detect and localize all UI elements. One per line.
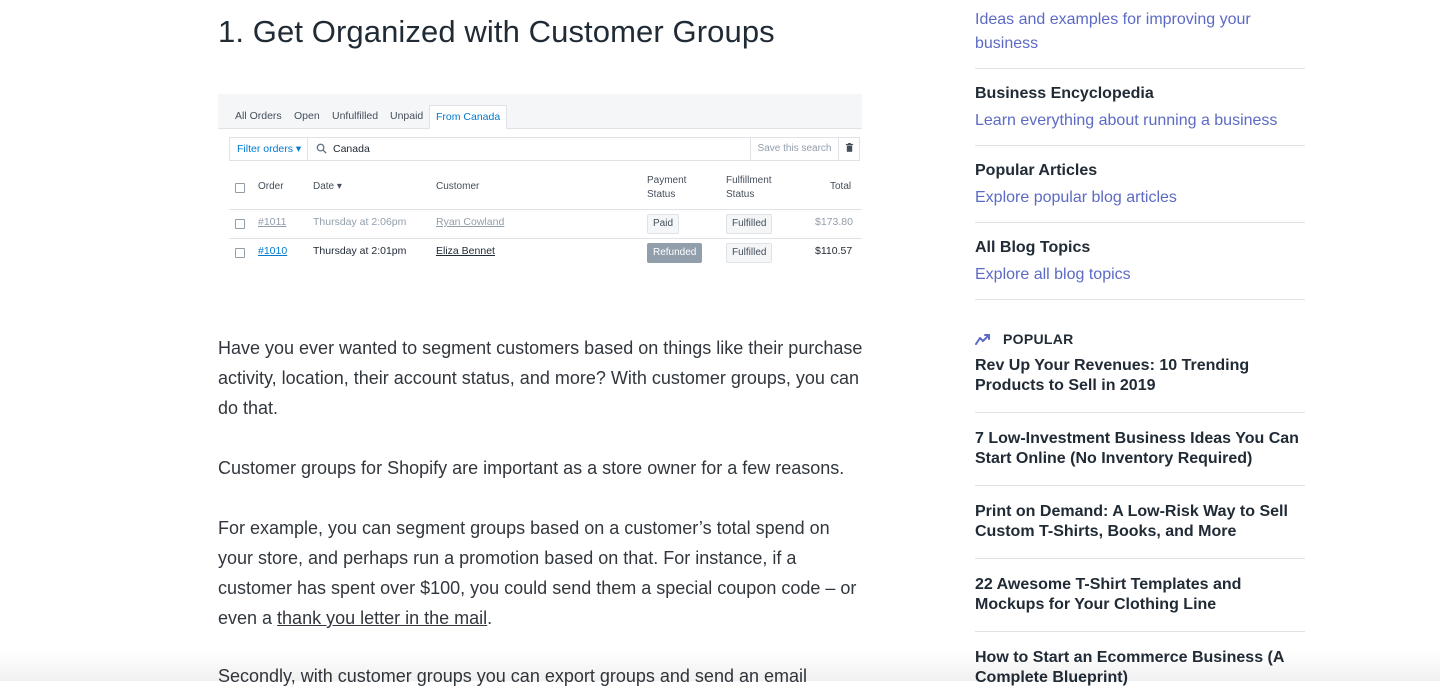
divider xyxy=(975,631,1305,632)
trending-icon xyxy=(975,334,990,345)
col-order: Order xyxy=(258,181,284,192)
col-payment-status: Payment Status xyxy=(647,174,686,202)
col-customer: Customer xyxy=(436,181,480,192)
order-date: Thursday at 2:01pm xyxy=(313,245,407,257)
search-icon xyxy=(316,143,327,154)
select-all-checkbox xyxy=(235,183,245,193)
payment-badge: Refunded xyxy=(647,243,703,263)
resource-popular-articles[interactable]: Popular Articles xyxy=(975,162,1097,180)
col-date: Date ▾ xyxy=(313,181,342,192)
col-fulfillment-status: Fulfillment Status xyxy=(726,174,772,202)
orders-screenshot: All Orders Open Unfulfilled Unpaid From … xyxy=(218,94,862,272)
col-payment-line2: Status xyxy=(647,189,676,200)
row-checkbox xyxy=(235,248,245,258)
col-fulfillment-line1: Fulfillment xyxy=(726,175,772,186)
section-heading: 1. Get Organized with Customer Groups xyxy=(218,14,775,49)
save-search-button: Save this search xyxy=(750,138,838,160)
paragraph-1: Have you ever wanted to segment customer… xyxy=(218,338,863,418)
paragraph-4: Secondly, with customer groups you can e… xyxy=(218,666,807,686)
order-date: Thursday at 2:06pm xyxy=(313,216,407,228)
filter-orders-button: Filter orders ▾ xyxy=(230,138,308,160)
search-value: Canada xyxy=(333,143,370,155)
popular-article-link[interactable]: Rev Up Your Revenues: 10 Trending Produc… xyxy=(975,356,1305,396)
tab-all-orders: All Orders xyxy=(235,110,282,122)
popular-article-link[interactable]: How to Start an Ecommerce Business (A Co… xyxy=(975,648,1305,688)
divider xyxy=(975,145,1305,146)
paragraph-3: For example, you can segment groups base… xyxy=(218,513,868,633)
popular-article-link[interactable]: Print on Demand: A Low-Risk Way to Sell … xyxy=(975,502,1305,542)
order-number: #1010 xyxy=(258,245,288,257)
row-checkbox xyxy=(235,219,245,229)
payment-badge: Paid xyxy=(647,214,680,234)
divider xyxy=(975,412,1305,413)
divider xyxy=(975,299,1305,300)
col-fulfillment-line2: Status xyxy=(726,189,755,200)
popular-article-link[interactable]: 22 Awesome T-Shirt Templates and Mockups… xyxy=(975,575,1305,615)
resource-all-blog-topics[interactable]: All Blog Topics xyxy=(975,239,1090,257)
tab-unfulfilled: Unfulfilled xyxy=(332,110,379,122)
trash-icon xyxy=(838,138,859,160)
col-payment-line1: Payment xyxy=(647,175,687,186)
order-tabs: All Orders Open Unfulfilled Unpaid From … xyxy=(218,94,862,129)
popular-header: POPULAR xyxy=(975,330,1074,348)
divider xyxy=(975,485,1305,486)
divider xyxy=(975,558,1305,559)
resource-desc-link[interactable]: Explore all blog topics xyxy=(975,263,1305,287)
popular-article-link[interactable]: 7 Low-Investment Business Ideas You Can … xyxy=(975,429,1305,469)
paragraph-3-end: . xyxy=(487,608,493,628)
paragraph-2: Customer groups for Shopify are importan… xyxy=(218,458,845,478)
customer-name: Ryan Cowland xyxy=(436,216,505,228)
customer-name: Eliza Bennet xyxy=(436,245,495,257)
order-number: #1011 xyxy=(258,216,287,228)
col-total: Total xyxy=(830,181,852,192)
tab-open: Open xyxy=(294,110,320,122)
fulfillment-badge: Fulfilled xyxy=(726,214,773,234)
filter-bar: Filter orders ▾ Canada Save this search xyxy=(229,137,860,161)
popular-label: POPULAR xyxy=(1003,331,1074,347)
order-total: $173.80 xyxy=(815,216,853,228)
resource-desc-link[interactable]: Ideas and examples for improving your bu… xyxy=(975,8,1305,56)
tab-unpaid: Unpaid xyxy=(390,110,424,122)
table-divider xyxy=(229,238,862,239)
divider xyxy=(975,68,1305,69)
resource-desc-link[interactable]: Learn everything about running a busines… xyxy=(975,109,1305,133)
resource-desc-link[interactable]: Explore popular blog articles xyxy=(975,186,1305,210)
thank-you-letter-link[interactable]: thank you letter in the mail xyxy=(277,608,487,628)
resource-business-encyclopedia[interactable]: Business Encyclopedia xyxy=(975,85,1154,103)
divider xyxy=(975,222,1305,223)
order-total: $110.57 xyxy=(815,245,853,257)
fulfillment-badge: Fulfilled xyxy=(726,243,773,263)
tab-from-canada: From Canada xyxy=(429,105,508,129)
table-divider xyxy=(229,209,862,210)
